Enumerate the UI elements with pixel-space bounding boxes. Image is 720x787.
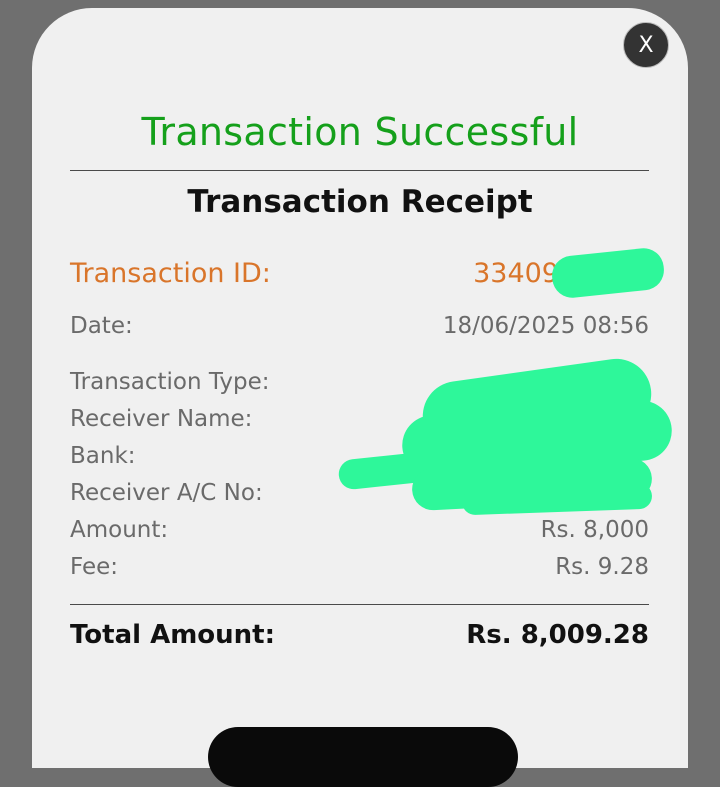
amount-label: Amount:	[70, 517, 169, 543]
total-row: Total Amount: Rs. 8,009.28	[70, 620, 649, 650]
close-button[interactable]: X	[623, 22, 669, 68]
divider	[70, 170, 649, 171]
amount-row: Amount: Rs. 8,000	[70, 517, 649, 543]
amount-value: Rs. 8,000	[540, 517, 649, 543]
receiver-name-label: Receiver Name:	[70, 406, 253, 432]
receiver-account-label: Receiver A/C No:	[70, 480, 263, 506]
date-value: 18/06/2025 08:56	[442, 313, 649, 339]
date-row: Date: 18/06/2025 08:56	[70, 313, 649, 339]
receipt-title: Transaction Receipt	[187, 184, 533, 220]
bank-label: Bank:	[70, 443, 136, 469]
transaction-type-row: Transaction Type:	[70, 369, 649, 395]
date-label: Date:	[70, 313, 133, 339]
receipt-modal: X Transaction Successful Transaction Rec…	[32, 8, 688, 787]
fee-value: Rs. 9.28	[555, 554, 649, 580]
divider	[70, 604, 649, 605]
transaction-id-value: 33409	[473, 258, 559, 289]
receiver-name-row: Receiver Name:	[70, 406, 649, 432]
bank-row: Bank:	[70, 443, 649, 469]
fee-row: Fee: Rs. 9.28	[70, 554, 649, 580]
bottom-action-button[interactable]	[208, 727, 518, 787]
total-value: Rs. 8,009.28	[466, 620, 649, 650]
transaction-id-row: Transaction ID: 33409	[70, 258, 649, 289]
transaction-type-label: Transaction Type:	[70, 369, 270, 395]
receiver-account-row: Receiver A/C No:	[70, 480, 649, 506]
total-label: Total Amount:	[70, 620, 276, 650]
fee-label: Fee:	[70, 554, 119, 580]
status-title: Transaction Successful	[141, 110, 579, 154]
transaction-id-label: Transaction ID:	[70, 258, 271, 289]
